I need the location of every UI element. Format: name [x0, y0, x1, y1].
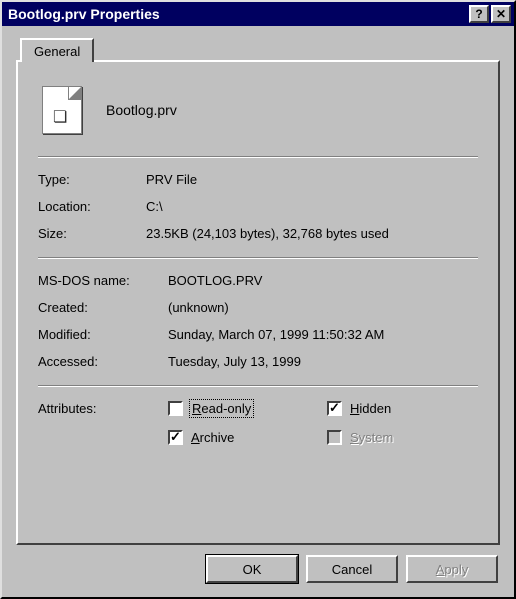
close-icon: ✕	[496, 8, 506, 20]
checkbox-box	[168, 430, 183, 445]
file-name: Bootlog.prv	[106, 102, 177, 118]
tab-general-label: General	[34, 44, 80, 59]
help-button[interactable]: ?	[469, 5, 489, 23]
checkbox-archive[interactable]: Archive	[168, 430, 319, 445]
checkbox-system: System	[327, 430, 478, 445]
checkbox-label: Hidden	[350, 401, 391, 416]
size-label: Size:	[38, 226, 146, 241]
file-icon: ❏	[42, 86, 82, 134]
tab-panel-general: ❏ Bootlog.prv Type: PRV File Location: C…	[16, 60, 500, 545]
checkbox-readonly[interactable]: Read-only	[168, 401, 319, 416]
type-value: PRV File	[146, 172, 478, 187]
document-icon: ❏	[53, 107, 67, 127]
dosname-label: MS-DOS name:	[38, 273, 168, 288]
location-label: Location:	[38, 199, 146, 214]
checkbox-label: System	[350, 430, 393, 445]
accessed-value: Tuesday, July 13, 1999	[168, 354, 478, 369]
help-icon: ?	[475, 8, 482, 20]
properties-dialog: Bootlog.prv Properties ? ✕ General ❏ Boo…	[0, 0, 516, 599]
checkbox-box	[327, 401, 342, 416]
checkbox-box	[168, 401, 183, 416]
divider	[38, 257, 478, 259]
ok-label: OK	[243, 562, 262, 577]
modified-label: Modified:	[38, 327, 168, 342]
ok-button[interactable]: OK	[206, 555, 298, 583]
created-label: Created:	[38, 300, 168, 315]
close-button[interactable]: ✕	[491, 5, 511, 23]
divider	[38, 385, 478, 387]
size-value: 23.5KB (24,103 bytes), 32,768 bytes used	[146, 226, 478, 241]
created-value: (unknown)	[168, 300, 478, 315]
dosname-value: BOOTLOG.PRV	[168, 273, 478, 288]
checkbox-label: Read-only	[191, 401, 252, 416]
divider	[38, 156, 478, 158]
modified-value: Sunday, March 07, 1999 11:50:32 AM	[168, 327, 478, 342]
attributes-label: Attributes:	[38, 401, 168, 445]
type-label: Type:	[38, 172, 146, 187]
checkbox-hidden[interactable]: Hidden	[327, 401, 478, 416]
checkbox-box	[327, 430, 342, 445]
window-title: Bootlog.prv Properties	[8, 6, 467, 22]
cancel-label: Cancel	[332, 562, 372, 577]
apply-button[interactable]: Apply	[406, 555, 498, 583]
accessed-label: Accessed:	[38, 354, 168, 369]
checkbox-label: Archive	[191, 430, 234, 445]
titlebar: Bootlog.prv Properties ? ✕	[2, 2, 514, 26]
location-value: C:\	[146, 199, 478, 214]
apply-label: Apply	[436, 562, 469, 577]
tab-general[interactable]: General	[20, 38, 94, 62]
cancel-button[interactable]: Cancel	[306, 555, 398, 583]
